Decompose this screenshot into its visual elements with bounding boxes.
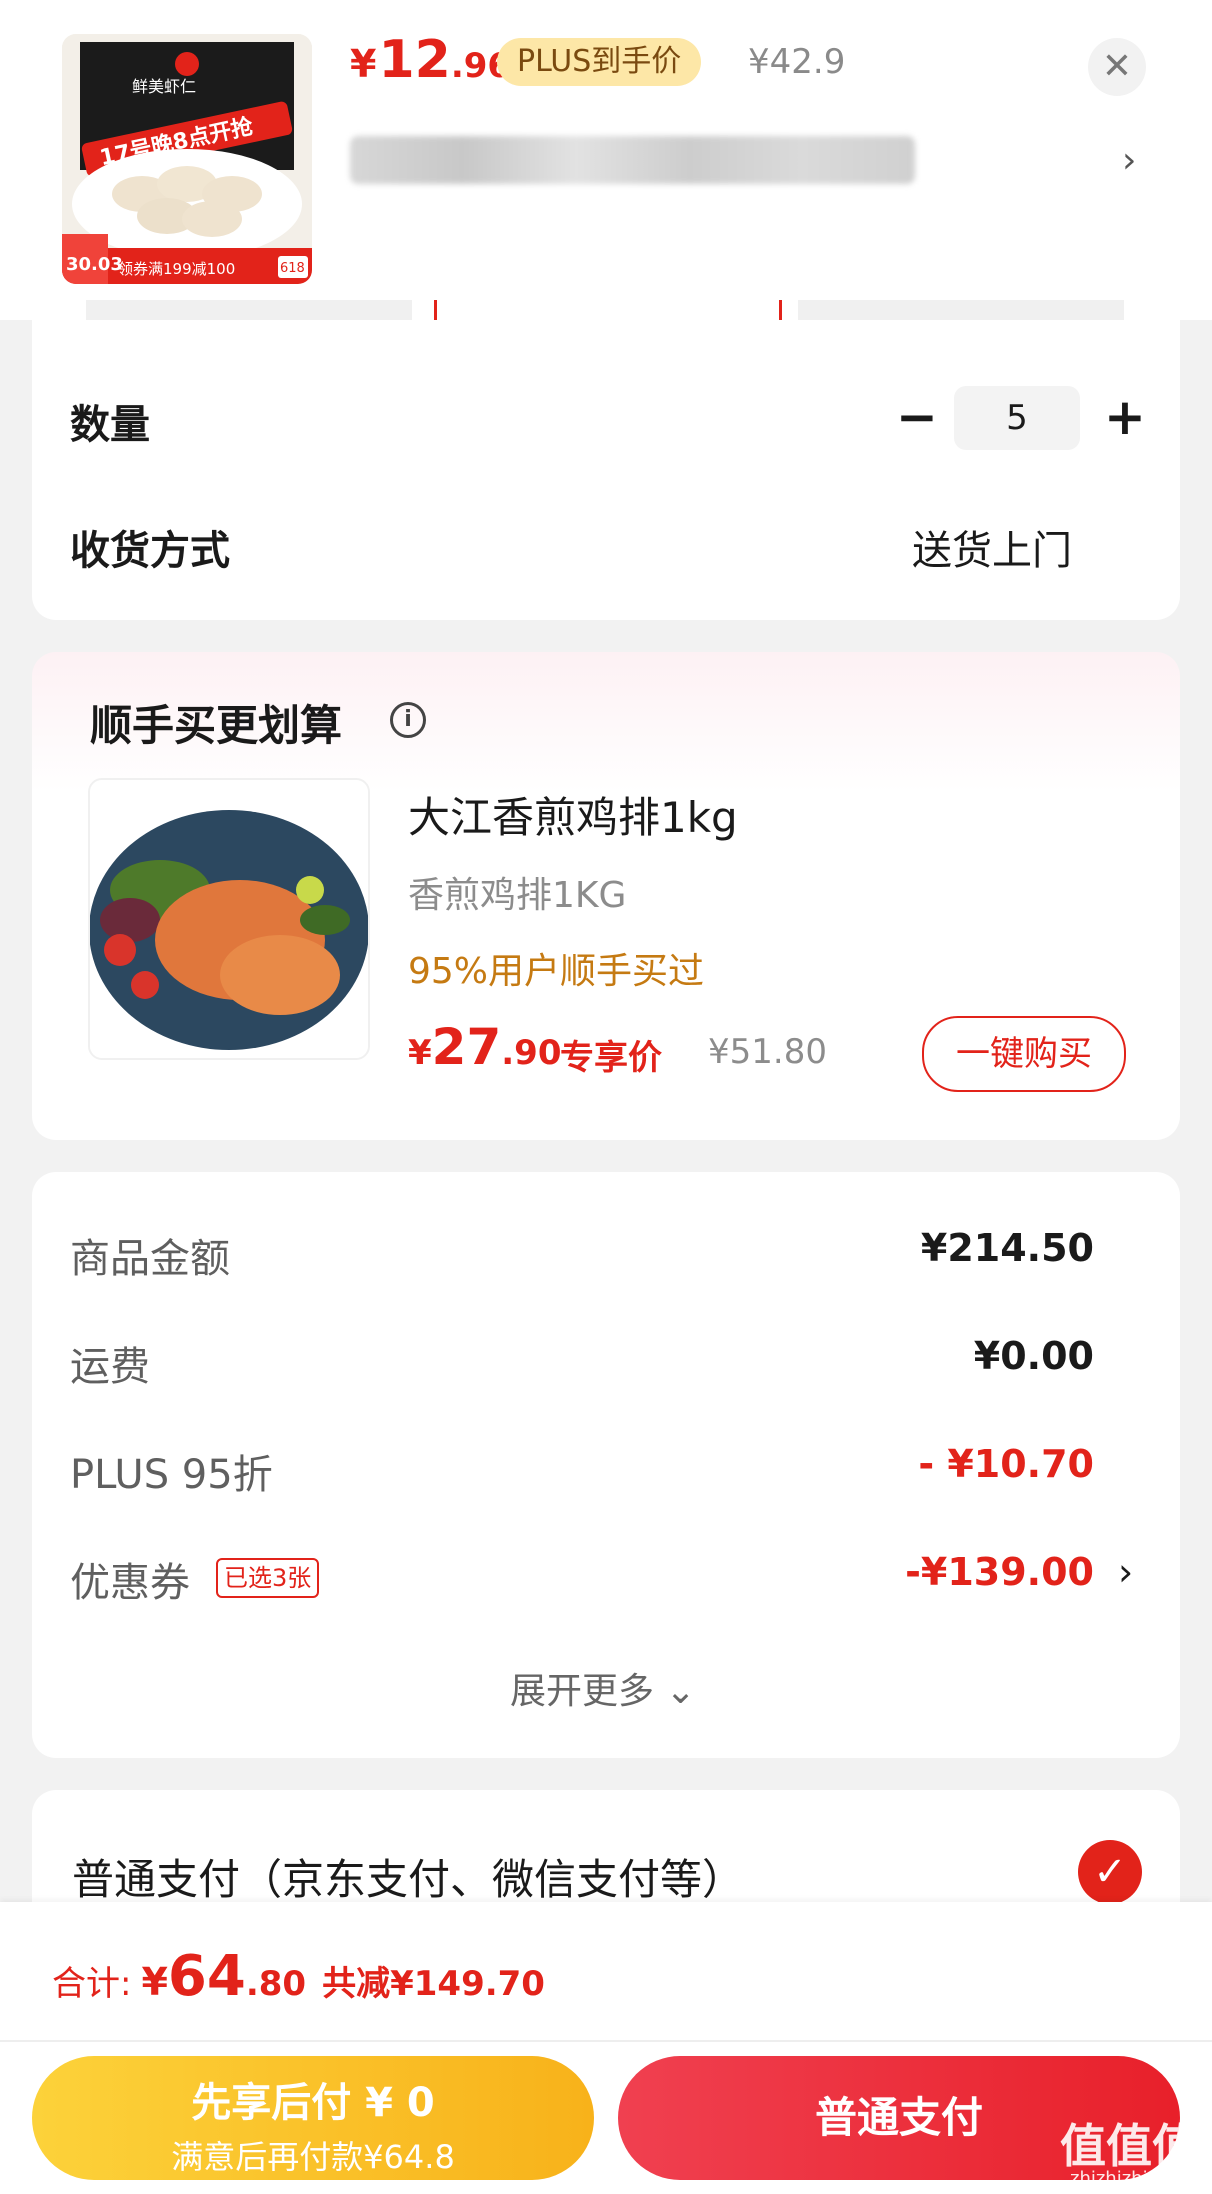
order-total: 合计: ¥ 64 .80 共减¥149.70 <box>52 1944 545 2009</box>
watermark-logo: 值值值 <box>1060 2119 1198 2173</box>
coupon-selected-badge: 已选3张 <box>216 1558 320 1598</box>
product-thumbnail: 鲜美虾仁 17号晚8点开抢 30.03 领券满199减100 618 <box>62 34 312 284</box>
shipping-fee-label: 运费 <box>70 1344 150 1390</box>
payment-option-label[interactable]: 普通支付（京东支付、微信支付等） <box>72 1846 744 1907</box>
total-integer: 64 <box>167 1944 246 2009</box>
total-decimal: .80 <box>245 1964 307 2004</box>
price-integer: 27 <box>431 1018 502 1076</box>
chicken-cutlet-image <box>90 780 368 1058</box>
pay-later-title: 先享后付 ¥ 0 <box>191 2080 435 2126</box>
addon-original-price: ¥51.80 <box>708 1032 827 1072</box>
info-icon[interactable]: i <box>390 702 426 738</box>
total-currency: ¥ <box>141 1960 168 2004</box>
exclusive-price-tag: 专享价 <box>560 1038 662 1078</box>
expand-more-button[interactable]: 展开更多 ⌄ <box>510 1662 696 1714</box>
blurred-product-title <box>350 136 915 184</box>
addon-product-name[interactable]: 大江香煎鸡排1kg <box>408 784 738 845</box>
quantity-minus-button[interactable]: − <box>896 392 938 442</box>
pay-later-subtitle: 满意后再付款¥64.8 <box>171 2138 455 2176</box>
svg-text:领券满199减100: 领券满199减100 <box>118 260 235 278</box>
shipping-fee-value: ¥0.00 <box>973 1334 1094 1378</box>
addon-product-price: ¥ 27 .90 <box>408 1018 562 1076</box>
goods-amount-value: ¥214.50 <box>920 1226 1094 1270</box>
original-price: ¥42.9 <box>748 42 846 82</box>
price-currency: ¥ <box>350 42 377 86</box>
total-label: 合计: <box>52 1964 132 2004</box>
pay-later-button[interactable]: 先享后付 ¥ 0 满意后再付款¥64.8 <box>32 2056 594 2180</box>
chevron-right-icon[interactable]: › <box>1122 140 1136 181</box>
dumpling-package-image: 鲜美虾仁 17号晚8点开抢 30.03 领券满199减100 618 <box>62 34 312 284</box>
plus-discount-value: - ¥10.70 <box>918 1442 1094 1486</box>
addon-product-image[interactable] <box>88 778 370 1060</box>
shipping-method-label: 收货方式 <box>70 528 230 574</box>
quantity-plus-button[interactable]: + <box>1104 392 1146 442</box>
addon-section-title: 顺手买更划算 <box>90 701 343 750</box>
coupon-value[interactable]: -¥139.00 <box>800 1550 1094 1594</box>
divider <box>0 2040 1212 2042</box>
price-integer: 12 <box>378 30 451 90</box>
svg-text:618: 618 <box>280 261 305 276</box>
shipping-method-value[interactable]: 送货上门 <box>912 518 1072 576</box>
price-decimal: .90 <box>501 1033 562 1073</box>
quantity-label: 数量 <box>70 402 150 448</box>
svg-text:30.03: 30.03 <box>66 254 123 275</box>
goods-amount-label: 商品金额 <box>70 1236 230 1282</box>
watermark-url: zhizhizhi.com <box>1070 2168 1192 2189</box>
close-icon[interactable]: ✕ <box>1088 38 1146 96</box>
total-saved: 共减¥149.70 <box>322 1964 545 2004</box>
plus-discount-label: PLUS 95折 <box>70 1452 273 1498</box>
addon-product-spec: 香煎鸡排1KG <box>408 875 627 916</box>
price-currency: ¥ <box>408 1033 432 1073</box>
coupon-label[interactable]: 优惠券 <box>70 1550 190 1608</box>
checkmark-icon[interactable]: ✓ <box>1078 1840 1142 1904</box>
plus-price: ¥ 12 .96 <box>350 30 511 90</box>
plus-price-tag: PLUS到手价 <box>497 38 702 86</box>
svg-text:鲜美虾仁: 鲜美虾仁 <box>132 77 196 96</box>
quantity-input[interactable]: 5 <box>954 386 1080 450</box>
chevron-right-icon[interactable]: › <box>1118 1550 1133 1594</box>
addon-product-hint: 95%用户顺手买过 <box>408 951 705 992</box>
one-click-buy-button[interactable]: 一键购买 <box>922 1016 1126 1092</box>
